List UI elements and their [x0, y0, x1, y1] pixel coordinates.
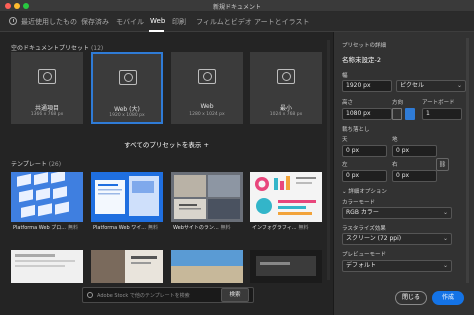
- template-thumbnail: [91, 172, 163, 222]
- template-name: インフォグラフィ...: [252, 225, 297, 231]
- preview-mode-value: デフォルト: [346, 262, 377, 269]
- preset-name: Web: [200, 103, 214, 110]
- bleed-right-label: 右: [392, 162, 398, 168]
- chevron-down-icon: ⌄: [456, 82, 462, 89]
- search-icon: [87, 292, 93, 298]
- advanced-options-toggle[interactable]: ⌄ 詳細オプション: [342, 187, 387, 195]
- web-document-icon: [198, 69, 216, 84]
- bleed-label: 裁ち落とし: [342, 127, 370, 133]
- preset-name: 最小: [279, 105, 292, 112]
- tab-saved[interactable]: 保存済み: [81, 17, 109, 27]
- tab-film-video[interactable]: フィルムとビデオ: [196, 17, 252, 27]
- free-badge: 無料: [148, 225, 159, 231]
- preset-dimensions: 1280 x 1024 px: [189, 112, 225, 117]
- height-label: 高さ: [342, 100, 354, 106]
- bleed-top-input[interactable]: 0 px: [342, 145, 387, 157]
- template-name: Platforma Web ブロ...: [13, 225, 66, 231]
- preset-details-panel: プリセットの詳細 名称未設定-2 幅 1920 px ピクセル ⌄ 高さ 1080…: [333, 32, 474, 315]
- preset-dimensions: 1366 x 768 px: [30, 112, 64, 117]
- details-heading: プリセットの詳細: [342, 43, 387, 49]
- template-name: Platforma Web ワイ...: [93, 225, 146, 231]
- tab-mobile[interactable]: モバイル: [116, 17, 144, 27]
- chevron-down-icon: ⌄: [442, 262, 448, 269]
- category-tabs: 最近使用したもの 保存済み モバイル Web 印刷 フィルムとビデオ アートとイ…: [0, 12, 474, 32]
- template-card-infographic[interactable]: インフォグラフィ... 無料: [250, 172, 322, 234]
- template-thumbnail: [11, 172, 83, 222]
- template-card[interactable]: [171, 250, 243, 283]
- details-scrollbar[interactable]: [466, 38, 469, 283]
- close-button[interactable]: 閉じる: [395, 291, 427, 305]
- color-mode-select[interactable]: RGB カラー ⌄: [342, 207, 452, 219]
- width-label: 幅: [342, 73, 348, 79]
- preset-name: Web (大): [114, 106, 140, 113]
- template-name: Webサイトのラン...: [173, 225, 219, 231]
- bleed-right-input[interactable]: 0 px: [392, 170, 437, 182]
- preview-mode-label: プレビューモード: [342, 252, 387, 258]
- raster-effects-label: ラスタライズ効果: [342, 226, 386, 232]
- web-document-icon: [277, 69, 295, 84]
- presets-scrollbar[interactable]: [327, 40, 330, 280]
- preset-card-common[interactable]: 共通項目 1366 x 768 px: [11, 52, 83, 124]
- bleed-left-input[interactable]: 0 px: [342, 170, 387, 182]
- clock-icon: [9, 17, 17, 25]
- stock-search-button[interactable]: 検索: [221, 288, 249, 302]
- unit-select[interactable]: ピクセル ⌄: [396, 80, 466, 92]
- template-card[interactable]: [250, 250, 322, 283]
- width-input[interactable]: 1920 px: [342, 80, 392, 92]
- preview-mode-select[interactable]: デフォルト ⌄: [342, 260, 452, 272]
- template-card[interactable]: [11, 250, 83, 283]
- portrait-orientation-button[interactable]: [392, 108, 402, 120]
- chevron-down-icon: ⌄: [442, 235, 448, 242]
- tab-art-illustration[interactable]: アートとイラスト: [254, 17, 309, 27]
- unit-value: ピクセル: [400, 82, 425, 89]
- stock-search-placeholder: Adobe Stock で他のテンプレートを検索: [97, 293, 190, 299]
- template-card-platforma-blog[interactable]: Platforma Web ブロ... 無料: [11, 172, 83, 234]
- preset-dimensions: 1920 x 1080 px: [109, 113, 145, 118]
- bleed-bottom-input[interactable]: 0 px: [392, 145, 437, 157]
- raster-effects-select[interactable]: スクリーン (72 ppi) ⌄: [342, 233, 452, 245]
- height-input[interactable]: 1080 px: [342, 108, 392, 120]
- template-card-website-landing[interactable]: Webサイトのラン... 無料: [171, 172, 243, 234]
- web-document-icon: [38, 69, 56, 84]
- color-mode-label: カラーモード: [342, 200, 376, 206]
- bleed-left-label: 左: [342, 162, 348, 168]
- blank-presets-heading: 空のドキュメントプリセット (12): [11, 45, 104, 52]
- preset-card-web[interactable]: Web 1280 x 1024 px: [171, 52, 243, 124]
- create-button[interactable]: 作成: [432, 291, 464, 305]
- template-card[interactable]: [91, 250, 163, 283]
- free-badge: 無料: [68, 225, 79, 231]
- template-thumbnail: [250, 172, 322, 222]
- preset-name: 共通項目: [34, 105, 59, 112]
- window-title: 新規ドキュメント: [212, 4, 261, 11]
- color-mode-value: RGB カラー: [346, 209, 379, 216]
- tab-web[interactable]: Web: [150, 17, 165, 25]
- landscape-orientation-button[interactable]: [405, 108, 415, 120]
- tab-recent[interactable]: 最近使用したもの: [21, 17, 77, 27]
- preset-card-minimum[interactable]: 最小 1024 x 768 px: [250, 52, 322, 124]
- template-thumbnail: [171, 172, 243, 222]
- free-badge: 無料: [298, 225, 309, 231]
- title-bar: 新規ドキュメント: [0, 0, 474, 12]
- free-badge: 無料: [220, 225, 231, 231]
- document-name-field[interactable]: 名称未設定-2: [342, 54, 381, 64]
- link-icon[interactable]: ⛓: [436, 158, 449, 171]
- bleed-bottom-label: 地: [392, 137, 398, 143]
- raster-effects-value: スクリーン (72 ppi): [346, 235, 402, 242]
- view-all-presets-link[interactable]: すべてのプリセットを表示 +: [0, 139, 333, 149]
- template-card-platforma-wireframe[interactable]: Platforma Web ワイ... 無料: [91, 172, 163, 234]
- preset-card-web-large[interactable]: Web (大) 1920 x 1080 px: [91, 52, 163, 124]
- orientation-label: 方向: [392, 100, 404, 106]
- bleed-top-label: 天: [342, 137, 348, 143]
- tab-print[interactable]: 印刷: [172, 17, 186, 27]
- chevron-down-icon: ⌄: [442, 209, 448, 216]
- preset-dimensions: 1024 x 768 px: [269, 112, 303, 117]
- web-document-icon: [119, 70, 137, 85]
- templates-heading: テンプレート (26): [11, 161, 62, 168]
- artboard-count-input[interactable]: 1: [422, 108, 462, 120]
- artboard-label: アートボード: [422, 100, 455, 106]
